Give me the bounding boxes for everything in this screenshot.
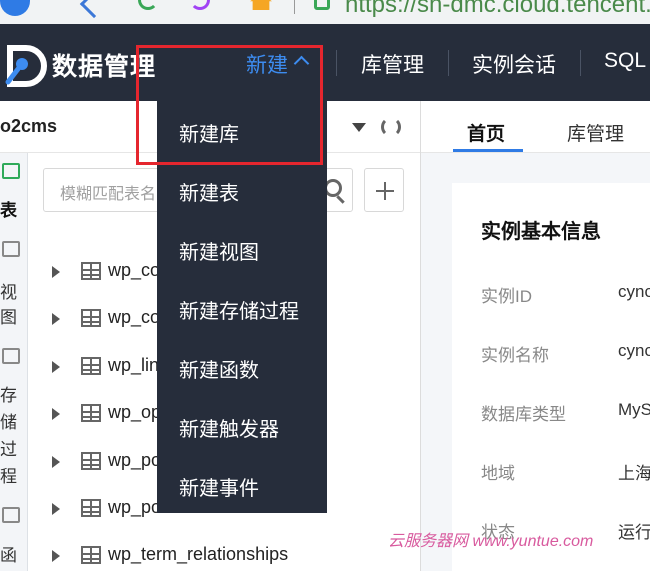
caret-down-icon[interactable] xyxy=(352,123,366,132)
watermark: 云服务器网 www.yuntue.com xyxy=(388,533,594,550)
highlight-annotation xyxy=(136,45,323,165)
expand-arrow-icon[interactable] xyxy=(52,503,60,515)
table-icon xyxy=(81,357,101,375)
expand-arrow-icon[interactable] xyxy=(52,313,60,325)
refresh-icon[interactable] xyxy=(381,117,401,137)
rail-label-proc-3[interactable]: 过 xyxy=(0,435,17,460)
menu-item-new-function[interactable]: 新建函数 xyxy=(179,354,259,383)
menu-item-new-event[interactable]: 新建事件 xyxy=(179,472,259,501)
dmc-logo-icon xyxy=(5,45,47,87)
info-value-status: 运行 xyxy=(618,523,650,542)
expand-arrow-icon[interactable] xyxy=(52,550,60,562)
procedure-type-icon[interactable] xyxy=(2,348,20,364)
expand-arrow-icon[interactable] xyxy=(52,456,60,468)
rail-label-view-2[interactable]: 图 xyxy=(0,303,17,328)
expand-arrow-icon[interactable] xyxy=(52,361,60,373)
database-name[interactable]: o2cms xyxy=(0,116,57,137)
workspace-tabs: 首页 库管理 xyxy=(421,101,650,153)
active-tab-indicator xyxy=(453,149,523,152)
menu-item-new-trigger[interactable]: 新建触发器 xyxy=(179,413,279,442)
table-icon xyxy=(81,404,101,422)
app-header: 数据管理 新建 库管理 实例会话 SQL xyxy=(0,24,650,101)
info-key-instance-name: 实例名称 xyxy=(481,346,549,365)
menu-item-new-table[interactable]: 新建表 xyxy=(179,177,239,206)
browser-profile-icon[interactable] xyxy=(0,0,30,16)
table-name[interactable]: wp_term_relationships xyxy=(108,544,288,565)
reload-icon[interactable] xyxy=(138,0,158,10)
table-icon xyxy=(81,452,101,470)
search-placeholder: 模糊匹配表名 xyxy=(60,186,157,203)
rail-label-table[interactable]: 表 xyxy=(0,196,17,221)
info-key-db-type: 数据库类型 xyxy=(481,405,566,424)
nav-instance-session[interactable]: 实例会话 xyxy=(472,49,556,79)
rail-label-proc-1[interactable]: 存 xyxy=(0,381,17,406)
table-icon xyxy=(81,262,101,280)
toolbar-divider xyxy=(294,0,295,14)
info-value-instance-id: cync xyxy=(618,282,650,301)
nav-separator xyxy=(336,50,337,76)
plus-icon xyxy=(376,182,394,200)
nav-sql[interactable]: SQL xyxy=(604,49,646,73)
table-icon xyxy=(81,309,101,327)
expand-arrow-icon[interactable] xyxy=(52,408,60,420)
info-key-instance-id: 实例ID xyxy=(481,287,532,306)
nav-separator xyxy=(448,50,449,76)
table-type-icon[interactable] xyxy=(2,163,20,179)
tab-db-manage[interactable]: 库管理 xyxy=(567,119,624,146)
table-row[interactable]: wp_term_relationships xyxy=(46,541,426,571)
expand-arrow-icon[interactable] xyxy=(52,266,60,278)
rail-label-proc-2[interactable]: 储 xyxy=(0,408,17,433)
menu-item-new-view[interactable]: 新建视图 xyxy=(179,236,259,265)
browser-bar: https://sh-dmc.cloud.tencent.c xyxy=(0,0,650,24)
nav-separator xyxy=(580,50,581,76)
menu-item-new-procedure[interactable]: 新建存储过程 xyxy=(179,295,299,324)
instance-info-title: 实例基本信息 xyxy=(481,221,601,243)
table-icon xyxy=(81,499,101,517)
function-type-icon[interactable] xyxy=(2,507,20,523)
info-key-region: 地域 xyxy=(481,464,515,483)
info-value-instance-name: cync xyxy=(618,341,650,360)
info-value-db-type: MyS xyxy=(618,400,650,419)
rail-label-function[interactable]: 函 xyxy=(0,541,17,566)
object-type-rail: 表 视 图 存 储 过 程 函 xyxy=(0,153,28,571)
back-arrow-icon[interactable] xyxy=(79,0,109,19)
add-table-button[interactable] xyxy=(364,168,404,212)
rail-label-proc-4[interactable]: 程 xyxy=(0,462,17,487)
info-value-region: 上海 xyxy=(618,464,650,483)
table-icon xyxy=(81,546,101,564)
secure-lock-icon[interactable] xyxy=(314,0,330,10)
extension-icon[interactable] xyxy=(190,0,210,10)
tab-home[interactable]: 首页 xyxy=(467,119,505,146)
address-bar[interactable]: https://sh-dmc.cloud.tencent.c xyxy=(345,0,650,19)
rail-label-view-1[interactable]: 视 xyxy=(0,278,17,303)
nav-db-manage[interactable]: 库管理 xyxy=(361,49,424,79)
home-icon[interactable] xyxy=(250,0,272,10)
view-type-icon[interactable] xyxy=(2,241,20,257)
